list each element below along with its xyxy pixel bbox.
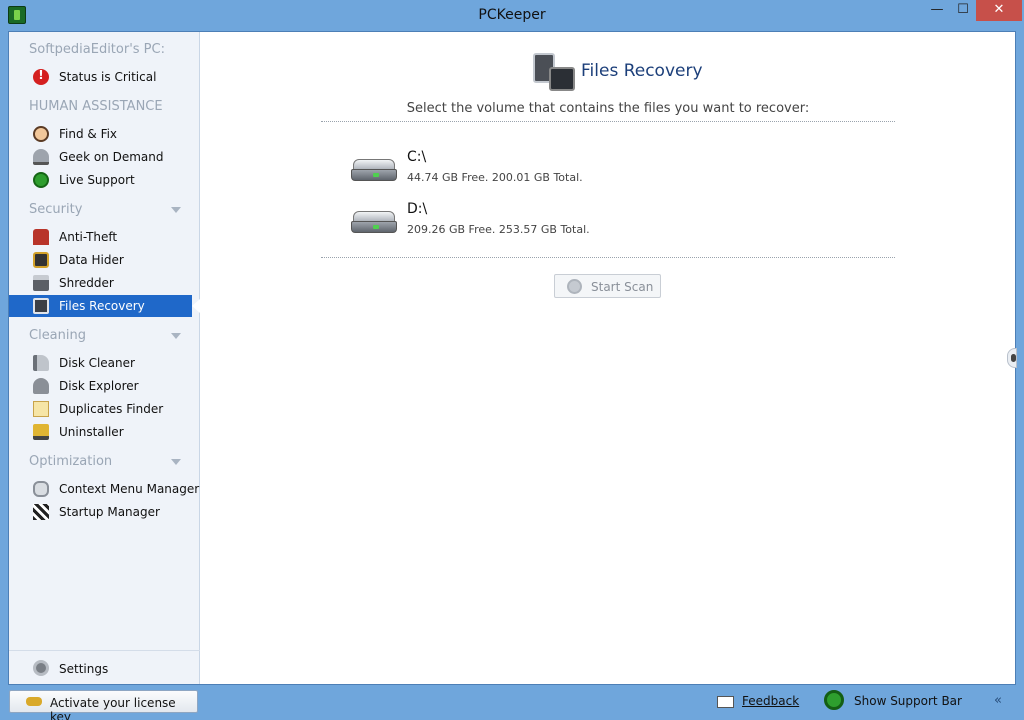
sidebar-item-find-fix[interactable]: Find & Fix bbox=[9, 123, 200, 145]
sidebar-item-label: Files Recovery bbox=[59, 299, 145, 313]
collapse-chevron-icon[interactable]: « bbox=[994, 694, 1008, 708]
files-recovery-header-icon bbox=[531, 47, 577, 95]
anti-theft-icon bbox=[33, 229, 49, 245]
sidebar-item-live-support[interactable]: Live Support bbox=[9, 169, 200, 191]
start-scan-label: Start Scan bbox=[591, 280, 654, 294]
top-divider bbox=[321, 121, 895, 122]
optimization-collapse-chevron-icon[interactable] bbox=[171, 459, 181, 465]
sidebar-item-label: Live Support bbox=[59, 173, 135, 187]
feedback-label: Feedback bbox=[742, 694, 800, 708]
main-panel: Files Recovery Select the volume that co… bbox=[201, 32, 1017, 684]
sidebar-item-disk-cleaner[interactable]: Disk Cleaner bbox=[9, 352, 200, 374]
activate-license-button[interactable]: Activate your license key bbox=[9, 690, 198, 720]
sidebar-item-context-menu-manager[interactable]: Context Menu Manager bbox=[9, 478, 200, 500]
bottom-divider bbox=[321, 257, 895, 258]
sidebar-item-label: Uninstaller bbox=[59, 425, 124, 439]
sidebar-item-settings[interactable]: Settings bbox=[9, 650, 200, 684]
close-button[interactable]: ✕ bbox=[976, 0, 1022, 21]
support-bar-handle-icon[interactable] bbox=[1007, 348, 1017, 368]
disk-explorer-icon bbox=[33, 378, 49, 394]
uninstaller-icon bbox=[33, 424, 49, 440]
context-menu-icon bbox=[33, 481, 49, 497]
human-assistance-header: HUMAN ASSISTANCE bbox=[29, 99, 163, 114]
sidebar-item-label: Data Hider bbox=[59, 253, 124, 267]
scan-icon bbox=[567, 279, 582, 294]
key-icon bbox=[26, 697, 42, 706]
sidebar-item-duplicates-finder[interactable]: Duplicates Finder bbox=[9, 398, 200, 420]
hard-drive-icon bbox=[351, 159, 397, 181]
files-recovery-icon bbox=[33, 298, 49, 314]
duplicates-finder-icon bbox=[33, 401, 49, 417]
cleaning-collapse-chevron-icon[interactable] bbox=[171, 333, 181, 339]
volume-name: C:\ bbox=[407, 149, 427, 165]
sidebar-item-label: Disk Explorer bbox=[59, 379, 139, 393]
sidebar: SoftpediaEditor's PC: Status is Critical… bbox=[9, 32, 200, 684]
sidebar-item-label: Status is Critical bbox=[59, 70, 157, 84]
security-collapse-chevron-icon[interactable] bbox=[171, 207, 181, 213]
startup-manager-icon bbox=[33, 504, 49, 520]
volume-item-c[interactable]: C:\ 44.74 GB Free. 200.01 GB Total. bbox=[351, 149, 751, 193]
window-title: PCKeeper bbox=[478, 7, 546, 23]
maximize-button[interactable]: ☐ bbox=[950, 0, 976, 21]
sidebar-item-label: Anti-Theft bbox=[59, 230, 118, 244]
cleaning-header[interactable]: Cleaning bbox=[29, 328, 86, 343]
volume-name: D:\ bbox=[407, 201, 428, 217]
person-icon bbox=[33, 126, 49, 142]
sidebar-item-files-recovery[interactable]: Files Recovery bbox=[9, 295, 200, 317]
client-area: SoftpediaEditor's PC: Status is Critical… bbox=[8, 31, 1017, 685]
optimization-header[interactable]: Optimization bbox=[29, 454, 112, 469]
volume-info: 209.26 GB Free. 253.57 GB Total. bbox=[407, 223, 590, 236]
sidebar-item-label: Disk Cleaner bbox=[59, 356, 135, 370]
sidebar-item-label: Find & Fix bbox=[59, 127, 118, 141]
activate-license-label: Activate your license key bbox=[50, 696, 176, 720]
sidebar-item-status[interactable]: Status is Critical bbox=[9, 66, 200, 88]
volume-info: 44.74 GB Free. 200.01 GB Total. bbox=[407, 171, 583, 184]
data-hider-icon bbox=[33, 252, 49, 268]
start-scan-button[interactable]: Start Scan bbox=[554, 274, 661, 298]
bottom-bar: Activate your license key Feedback Show … bbox=[0, 685, 1024, 720]
sidebar-item-label: Shredder bbox=[59, 276, 114, 290]
sidebar-item-uninstaller[interactable]: Uninstaller bbox=[9, 421, 200, 443]
sidebar-item-anti-theft[interactable]: Anti-Theft bbox=[9, 226, 200, 248]
security-header[interactable]: Security bbox=[29, 202, 82, 217]
hard-drive-icon bbox=[351, 211, 397, 233]
sidebar-item-label: Startup Manager bbox=[59, 505, 160, 519]
bell-icon bbox=[33, 149, 49, 165]
gear-icon bbox=[33, 660, 49, 676]
pc-header: SoftpediaEditor's PC: bbox=[29, 42, 165, 57]
sidebar-item-label: Duplicates Finder bbox=[59, 402, 164, 416]
instruction-text: Select the volume that contains the file… bbox=[406, 101, 810, 116]
sidebar-item-label: Context Menu Manager bbox=[59, 482, 200, 496]
shredder-icon bbox=[33, 275, 49, 291]
sidebar-item-disk-explorer[interactable]: Disk Explorer bbox=[9, 375, 200, 397]
volume-item-d[interactable]: D:\ 209.26 GB Free. 253.57 GB Total. bbox=[351, 201, 751, 245]
headset-icon bbox=[33, 172, 49, 188]
sidebar-item-label: Geek on Demand bbox=[59, 150, 164, 164]
settings-label: Settings bbox=[59, 662, 109, 676]
disk-cleaner-icon bbox=[33, 355, 49, 371]
show-support-bar-label: Show Support Bar bbox=[854, 694, 962, 708]
show-support-bar-button[interactable]: Show Support Bar bbox=[824, 689, 984, 715]
headset-icon bbox=[824, 690, 844, 710]
sidebar-item-geek-on-demand[interactable]: Geek on Demand bbox=[9, 146, 200, 168]
envelope-icon bbox=[717, 696, 734, 708]
sidebar-item-startup-manager[interactable]: Startup Manager bbox=[9, 501, 200, 523]
sidebar-item-shredder[interactable]: Shredder bbox=[9, 272, 200, 294]
sidebar-item-data-hider[interactable]: Data Hider bbox=[9, 249, 200, 271]
app-window: PCKeeper — ☐ ✕ SoftpediaEditor's PC: Sta… bbox=[0, 0, 1024, 720]
page-title: Files Recovery bbox=[581, 61, 703, 81]
critical-icon bbox=[33, 68, 49, 85]
minimize-button[interactable]: — bbox=[924, 0, 950, 21]
title-bar[interactable]: PCKeeper — ☐ ✕ bbox=[0, 0, 1024, 31]
